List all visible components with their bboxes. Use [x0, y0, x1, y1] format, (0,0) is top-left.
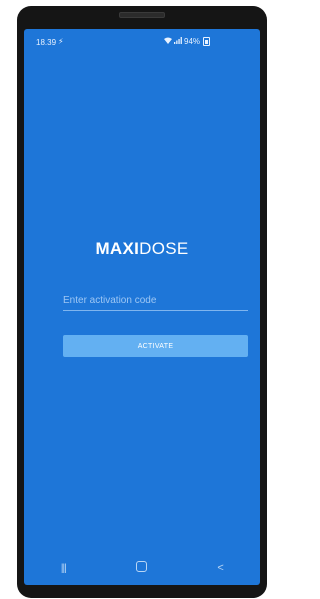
logo-bold-part: MAXI: [95, 239, 140, 258]
home-icon[interactable]: [127, 561, 157, 575]
wifi-icon: [164, 37, 172, 46]
signal-icon: [174, 37, 182, 46]
activation-code-input[interactable]: [63, 292, 248, 311]
activate-button[interactable]: ACTIVATE: [63, 335, 248, 357]
back-icon[interactable]: <: [206, 562, 236, 574]
app-screen: 18.39 ⚡ 94% MAXIDOSE Enter activation co…: [24, 29, 260, 585]
app-logo: MAXIDOSE: [24, 239, 260, 259]
status-bar: 18.39 ⚡ 94%: [24, 29, 260, 51]
charging-bolt-icon: ⚡: [58, 37, 64, 46]
system-nav-bar: ||| <: [24, 551, 260, 585]
logo-light-part: DOSE: [139, 239, 189, 258]
battery-icon: [203, 37, 211, 46]
device-frame: 18.39 ⚡ 94% MAXIDOSE Enter activation co…: [17, 6, 267, 598]
status-indicators: 94%: [164, 37, 211, 46]
speaker-grille: [119, 12, 165, 18]
battery-percentage: 94%: [184, 37, 201, 46]
recent-apps-icon[interactable]: |||: [48, 563, 78, 574]
status-time: 18.39: [36, 38, 57, 47]
